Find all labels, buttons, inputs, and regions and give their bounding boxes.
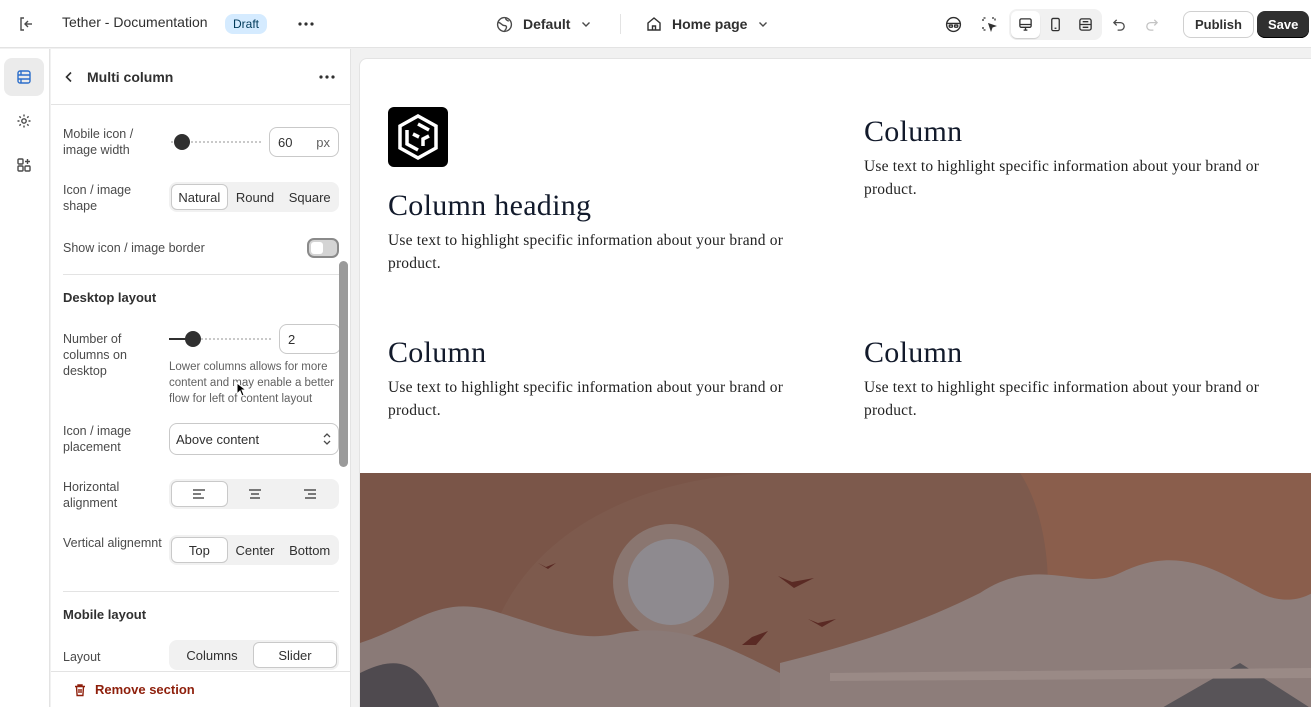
align-right-icon[interactable] <box>282 481 337 507</box>
horizontal-alignment-label: Horizontal alignment <box>63 480 120 510</box>
publish-button[interactable]: Publish <box>1183 11 1254 38</box>
select-value: Above content <box>176 431 260 447</box>
image-banner-section[interactable] <box>360 473 1311 707</box>
theme-selector[interactable]: Default <box>496 12 592 36</box>
column-heading: Column <box>864 115 963 148</box>
panel-header: Multi column <box>51 49 350 105</box>
left-rail <box>0 49 50 707</box>
column-2: Column Use text to highlight specific in… <box>864 115 1294 201</box>
column-text: Use text to highlight specific informati… <box>864 158 1260 198</box>
divider <box>63 274 339 275</box>
divider <box>63 591 339 592</box>
more-options-icon[interactable] <box>315 65 339 89</box>
chevron-down-icon <box>582 22 591 27</box>
valign-option-bottom[interactable]: Bottom <box>282 537 337 563</box>
column-4: Column Use text to highlight specific in… <box>864 336 1294 422</box>
remove-section-button[interactable]: Remove section <box>73 682 195 697</box>
align-left-icon[interactable] <box>171 481 228 507</box>
show-border-label: Show icon / image border <box>63 241 205 255</box>
mobile-icon-width-input[interactable]: 60 px <box>269 127 339 157</box>
column-3: Column Use text to highlight specific in… <box>388 336 818 422</box>
landscape-illustration <box>360 473 1311 707</box>
shape-option-square[interactable]: Square <box>282 184 337 210</box>
apps-icon[interactable] <box>4 146 44 184</box>
more-actions-icon[interactable] <box>294 12 318 36</box>
undo-icon[interactable] <box>1105 10 1133 38</box>
editor-top-bar: Tether - Documentation Draft Default Hom… <box>0 0 1311 48</box>
input-value: 60 <box>278 134 293 150</box>
vertical-alignment-segmented: Top Center Bottom <box>169 535 339 565</box>
column-logo-image[interactable] <box>388 107 448 167</box>
redo-icon[interactable] <box>1137 10 1165 38</box>
slider-track <box>193 338 271 340</box>
chevron-down-icon <box>759 22 768 27</box>
trash-icon <box>75 683 85 696</box>
inspector-icon[interactable] <box>975 10 1003 38</box>
columns-help-text: Lower columns allows for more content an… <box>169 361 334 405</box>
column-1: Column heading Use text to highlight spe… <box>388 189 818 275</box>
sections-icon[interactable] <box>4 58 44 96</box>
columns-label: Number of columns on desktop <box>63 332 127 378</box>
panel-scrollbar[interactable] <box>339 261 348 467</box>
shape-option-natural[interactable]: Natural <box>171 184 228 210</box>
placement-select[interactable]: Above content <box>169 423 339 455</box>
column-heading: Column <box>388 336 487 369</box>
column-heading: Column heading <box>388 189 592 222</box>
column-heading: Column <box>864 336 963 369</box>
vertical-alignment-label: Vertical alignemnt <box>63 536 162 550</box>
mobile-layout-option-columns[interactable]: Columns <box>171 642 253 668</box>
globe-icon <box>496 16 513 32</box>
save-button[interactable]: Save <box>1257 11 1310 38</box>
columns-input[interactable]: 2 <box>279 324 341 354</box>
sensei-icon[interactable] <box>939 10 967 38</box>
valign-option-center[interactable]: Center <box>228 537 283 563</box>
home-icon <box>647 17 661 31</box>
mouse-cursor-icon <box>236 382 246 397</box>
status-badge: Draft <box>225 14 268 34</box>
page-selector[interactable]: Home page <box>646 12 769 36</box>
placement-label: Icon / image placement <box>63 424 132 454</box>
shape-option-round[interactable]: Round <box>228 184 283 210</box>
column-text: Use text to highlight specific informati… <box>388 379 784 419</box>
show-border-toggle[interactable] <box>307 238 339 258</box>
icon-shape-segmented: Natural Round Square <box>169 182 339 212</box>
mobile-icon-width-label: Mobile icon / image width <box>63 127 134 157</box>
mobile-view-icon[interactable] <box>1041 11 1070 38</box>
remove-section-label: Remove section <box>95 682 195 697</box>
slider-thumb[interactable] <box>174 134 190 150</box>
column-text: Use text to highlight specific informati… <box>388 232 784 272</box>
divider <box>620 14 621 34</box>
icon-shape-label: Icon / image shape <box>63 183 132 213</box>
fullscreen-view-icon[interactable] <box>1071 11 1100 38</box>
store-name: Tether - Documentation <box>62 14 208 30</box>
unit-label: px <box>316 134 330 150</box>
desktop-layout-title: Desktop layout <box>63 290 157 305</box>
device-view-group <box>1009 9 1102 40</box>
mobile-layout-label: Layout <box>63 650 101 664</box>
gear-icon[interactable] <box>4 102 44 140</box>
panel-title: Multi column <box>87 69 174 85</box>
storefront-preview: Column heading Use text to highlight spe… <box>359 58 1311 707</box>
back-arrow-icon[interactable] <box>59 65 79 89</box>
toggle-knob <box>311 242 323 254</box>
theme-selector-label: Default <box>523 16 571 32</box>
panel-footer: Remove section <box>51 671 350 707</box>
mobile-layout-segmented: Columns Slider <box>169 640 339 670</box>
input-value: 2 <box>288 331 296 347</box>
page-selector-label: Home page <box>672 16 748 32</box>
desktop-view-icon[interactable] <box>1011 11 1040 38</box>
column-text: Use text to highlight specific informati… <box>864 379 1260 419</box>
mobile-layout-option-slider[interactable]: Slider <box>253 642 337 668</box>
select-chevron-icon <box>323 433 331 445</box>
mobile-layout-title: Mobile layout <box>63 607 147 622</box>
horizontal-alignment-segmented <box>169 479 339 509</box>
exit-icon[interactable] <box>12 10 40 38</box>
slider-thumb[interactable] <box>185 331 201 347</box>
align-center-icon[interactable] <box>228 481 283 507</box>
valign-option-top[interactable]: Top <box>171 537 228 563</box>
section-settings-panel: Multi column Mobile icon / image width 6… <box>51 49 351 707</box>
